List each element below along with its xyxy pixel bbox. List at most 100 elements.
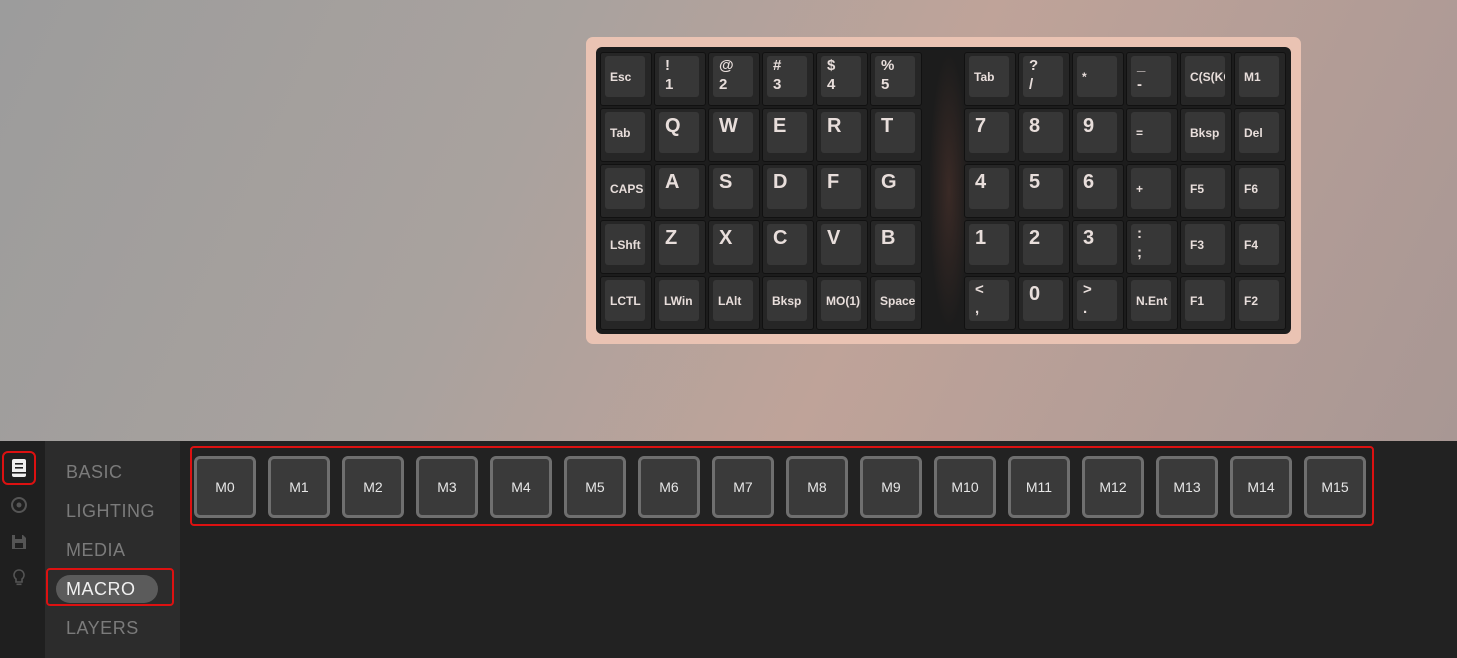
macro-key-m4[interactable]: M4 [490, 456, 552, 518]
keycap[interactable]: Del [1234, 108, 1286, 162]
keycap[interactable]: ! 1 [654, 52, 706, 106]
keycap[interactable]: 2 [1018, 220, 1070, 274]
keycap[interactable]: G [870, 164, 922, 218]
keycap-label: MO(1) [826, 293, 860, 308]
macro-key-m0[interactable]: M0 [194, 456, 256, 518]
keycap[interactable]: 9 [1072, 108, 1124, 162]
keycap[interactable]: 6 [1072, 164, 1124, 218]
keycap[interactable]: LAlt [708, 276, 760, 330]
macro-key-m12[interactable]: M12 [1082, 456, 1144, 518]
macro-key-m5[interactable]: M5 [564, 456, 626, 518]
keycap[interactable]: 8 [1018, 108, 1070, 162]
menu-item-macro[interactable]: MACRO [56, 575, 158, 603]
keycap[interactable]: @2 [708, 52, 760, 106]
keycap-label: CAPS [610, 181, 644, 196]
macro-key-m3[interactable]: M3 [416, 456, 478, 518]
icon-sidebar [0, 441, 45, 658]
macro-key-m14[interactable]: M14 [1230, 456, 1292, 518]
keycap[interactable]: :; [1126, 220, 1178, 274]
keycap[interactable]: F1 [1180, 276, 1232, 330]
menu-item-media[interactable]: MEDIA [66, 540, 126, 561]
keycap-shift-label: % [881, 57, 895, 74]
keycap[interactable]: % 5 [870, 52, 922, 106]
keycap-face: 3 [1077, 224, 1117, 265]
keycap[interactable]: B [870, 220, 922, 274]
keycap[interactable]: F4 [1234, 220, 1286, 274]
keycap-label: 9 [1083, 115, 1095, 137]
keycap-face: 7 [969, 112, 1009, 153]
macro-key-m15[interactable]: M15 [1304, 456, 1366, 518]
gear-icon[interactable] [4, 490, 34, 520]
keycap[interactable]: LShft [600, 220, 652, 274]
keycap[interactable]: Space [870, 276, 922, 330]
macro-key-m9[interactable]: M9 [860, 456, 922, 518]
keycap[interactable]: LWin [654, 276, 706, 330]
keycap-label: = [1136, 125, 1144, 140]
macro-key-m8[interactable]: M8 [786, 456, 848, 518]
keycap[interactable]: C [762, 220, 814, 274]
keycap[interactable]: 0 [1018, 276, 1070, 330]
keycap[interactable]: Bksp [1180, 108, 1232, 162]
keycap[interactable]: ? / [1018, 52, 1070, 106]
keycap[interactable]: 1 [964, 220, 1016, 274]
keycap[interactable]: F3 [1180, 220, 1232, 274]
macro-key-m10[interactable]: M10 [934, 456, 996, 518]
keycap[interactable]: V [816, 220, 868, 274]
keycap-face: @2 [713, 56, 753, 97]
keycap-face: % 5 [875, 56, 915, 97]
keycap[interactable]: LCTL [600, 276, 652, 330]
keycap-base-label: 4 [827, 76, 836, 93]
keycap[interactable]: * [1072, 52, 1124, 106]
keycap[interactable]: X [708, 220, 760, 274]
keycap[interactable]: >. [1072, 276, 1124, 330]
menu-item-lighting[interactable]: LIGHTING [66, 501, 155, 522]
keycap-label: 7 [975, 115, 987, 137]
lightbulb-icon[interactable] [4, 563, 34, 593]
menu-item-layers[interactable]: LAYERS [66, 618, 139, 639]
keycap[interactable]: W [708, 108, 760, 162]
save-icon[interactable] [4, 527, 34, 557]
macro-key-m1[interactable]: M1 [268, 456, 330, 518]
keycap[interactable]: _ - [1126, 52, 1178, 106]
keycap[interactable]: + [1126, 164, 1178, 218]
keycap[interactable]: $4 [816, 52, 868, 106]
keycap[interactable]: Q [654, 108, 706, 162]
keycap[interactable]: C(S(KC [1180, 52, 1232, 106]
keycap[interactable]: F6 [1234, 164, 1286, 218]
keycap[interactable]: F2 [1234, 276, 1286, 330]
keycap[interactable]: 3 [1072, 220, 1124, 274]
macro-key-m7[interactable]: M7 [712, 456, 774, 518]
keycap-face: #3 [767, 56, 807, 97]
keycap[interactable]: F5 [1180, 164, 1232, 218]
macro-key-m2[interactable]: M2 [342, 456, 404, 518]
keycap[interactable]: N.Ent [1126, 276, 1178, 330]
keycap[interactable]: Bksp [762, 276, 814, 330]
keycap-label: F2 [1244, 293, 1259, 308]
configure-icon[interactable] [2, 451, 36, 485]
macro-key-m11[interactable]: M11 [1008, 456, 1070, 518]
keycap[interactable]: M1 [1234, 52, 1286, 106]
keycap[interactable]: A [654, 164, 706, 218]
keycap[interactable]: R [816, 108, 868, 162]
keycap[interactable]: 7 [964, 108, 1016, 162]
keycap[interactable]: MO(1) [816, 276, 868, 330]
macro-key-m6[interactable]: M6 [638, 456, 700, 518]
keycap[interactable]: #3 [762, 52, 814, 106]
macro-key-m13[interactable]: M13 [1156, 456, 1218, 518]
keycap[interactable]: = [1126, 108, 1178, 162]
keycap[interactable]: S [708, 164, 760, 218]
keycap[interactable]: F [816, 164, 868, 218]
keycap[interactable]: <, [964, 276, 1016, 330]
keycap[interactable]: Tab [600, 108, 652, 162]
keycap[interactable]: Z [654, 220, 706, 274]
keycap[interactable]: E [762, 108, 814, 162]
keycap[interactable]: 4 [964, 164, 1016, 218]
keycap[interactable]: Esc [600, 52, 652, 106]
keycap-label: Space [880, 293, 915, 308]
keycap[interactable]: Tab [964, 52, 1016, 106]
keycap[interactable]: D [762, 164, 814, 218]
keycap[interactable]: CAPS [600, 164, 652, 218]
keycap[interactable]: 5 [1018, 164, 1070, 218]
menu-item-basic[interactable]: BASIC [66, 462, 123, 483]
keycap[interactable]: T [870, 108, 922, 162]
